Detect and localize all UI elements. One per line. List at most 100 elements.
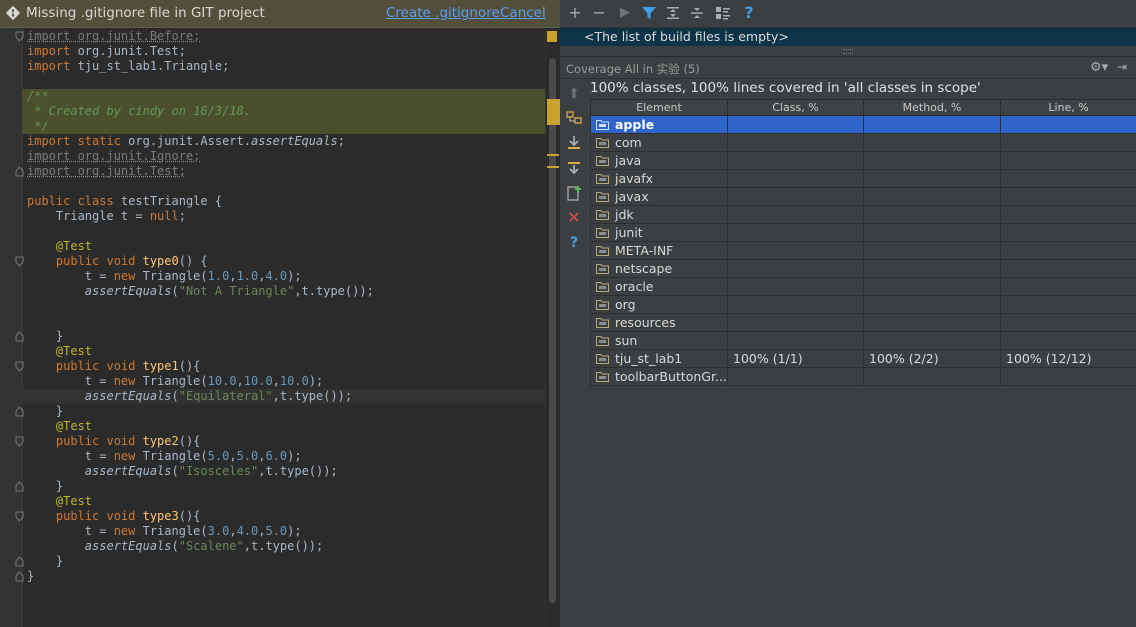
coverage-row[interactable]: oracle xyxy=(590,277,1136,296)
code-line[interactable]: @Test xyxy=(27,239,92,254)
fold-close-icon[interactable] xyxy=(15,166,24,177)
coverage-element-cell[interactable]: oracle xyxy=(590,277,728,296)
coverage-row[interactable]: com xyxy=(590,133,1136,152)
coverage-element-cell[interactable]: jdk xyxy=(590,205,728,224)
warning-marker[interactable] xyxy=(547,31,557,42)
coverage-row[interactable]: netscape xyxy=(590,259,1136,278)
code-line[interactable]: assertEquals("Equilateral",t.type()); xyxy=(22,389,545,404)
flatten-packages-icon[interactable] xyxy=(565,109,583,127)
code-line[interactable]: */ xyxy=(22,119,545,134)
minus-icon[interactable]: − xyxy=(590,4,608,22)
code-line[interactable]: public void type0() { xyxy=(27,254,208,269)
help-icon[interactable]: ? xyxy=(565,234,583,252)
fold-close-icon[interactable] xyxy=(15,571,24,582)
code-line[interactable]: assertEquals("Scalene",t.type()); xyxy=(27,539,323,554)
code-line[interactable]: } xyxy=(27,569,34,584)
help-icon[interactable]: ? xyxy=(740,4,758,22)
coverage-row[interactable]: toolbarButtonGr... xyxy=(590,367,1136,386)
code-line[interactable]: t = new Triangle(10.0,10.0,10.0); xyxy=(27,374,323,389)
fold-open-icon[interactable] xyxy=(15,361,24,372)
coverage-element-cell[interactable]: netscape xyxy=(590,259,728,278)
panel-splitter[interactable] xyxy=(560,46,1136,57)
import-data-icon[interactable] xyxy=(565,134,583,152)
code-line[interactable]: t = new Triangle(5.0,5.0,6.0); xyxy=(27,449,302,464)
code-line[interactable]: public void type3(){ xyxy=(27,509,201,524)
column-class[interactable]: Class, % xyxy=(727,99,864,116)
code-line[interactable]: import tju_st_lab1.Triangle; xyxy=(27,59,229,74)
build-files-list[interactable]: <The list of build files is empty> xyxy=(560,28,1136,46)
coverage-element-cell[interactable]: tju_st_lab1 xyxy=(590,349,728,368)
coverage-element-cell[interactable]: sun xyxy=(590,331,728,350)
coverage-row[interactable]: junit xyxy=(590,223,1136,242)
coverage-row[interactable]: apple xyxy=(590,115,1136,134)
code-line[interactable]: @Test xyxy=(27,344,92,359)
code-line[interactable]: * Created by cindy on 16/3/18. xyxy=(22,104,545,119)
column-method[interactable]: Method, % xyxy=(863,99,1001,116)
code-line[interactable]: } xyxy=(27,404,63,419)
coverage-row[interactable]: META-INF xyxy=(590,241,1136,260)
coverage-element-cell[interactable]: META-INF xyxy=(590,241,728,260)
expand-all-icon[interactable] xyxy=(664,4,682,22)
coverage-row[interactable]: jdk xyxy=(590,205,1136,224)
gear-icon[interactable]: ⚙▾ xyxy=(1090,60,1108,75)
code-line[interactable]: import org.junit.Before; xyxy=(27,29,200,44)
code-line[interactable]: assertEquals("Not A Triangle",t.type()); xyxy=(27,284,374,299)
code-line[interactable]: /** xyxy=(22,89,545,104)
code-line[interactable]: import org.junit.Test; xyxy=(27,164,186,179)
fold-open-icon[interactable] xyxy=(15,436,24,447)
coverage-element-cell[interactable]: resources xyxy=(590,313,728,332)
coverage-row[interactable]: sun xyxy=(590,331,1136,350)
fold-open-icon[interactable] xyxy=(15,511,24,522)
editor-scrollbar-thumb[interactable] xyxy=(549,58,556,603)
filter-icon[interactable] xyxy=(640,4,658,22)
code-line[interactable]: import org.junit.Ignore; xyxy=(27,149,200,164)
fold-close-icon[interactable] xyxy=(15,406,24,417)
fold-close-icon[interactable] xyxy=(15,331,24,342)
coverage-row[interactable]: resources xyxy=(590,313,1136,332)
code-line[interactable]: import org.junit.Test; xyxy=(27,44,186,59)
code-line[interactable]: } xyxy=(27,479,63,494)
autoscroll-icon[interactable] xyxy=(565,159,583,177)
coverage-row[interactable]: org xyxy=(590,295,1136,314)
coverage-row[interactable]: javafx xyxy=(590,169,1136,188)
code-line[interactable]: } xyxy=(27,554,63,569)
coverage-element-cell[interactable]: apple xyxy=(590,115,728,134)
coverage-element-cell[interactable]: org xyxy=(590,295,728,314)
code-line[interactable]: assertEquals("Isosceles",t.type()); xyxy=(27,464,338,479)
create-gitignore-link[interactable]: Create .gitignore xyxy=(386,5,500,21)
code-line[interactable]: @Test xyxy=(27,494,92,509)
code-line[interactable]: } xyxy=(27,329,63,344)
navigate-up-icon[interactable]: ⬆ xyxy=(565,85,583,103)
unused-import-marker[interactable] xyxy=(547,166,559,168)
coverage-row[interactable]: javax xyxy=(590,187,1136,206)
hide-panel-icon[interactable]: ⇥ xyxy=(1117,60,1127,74)
code-line[interactable]: Triangle t = null; xyxy=(27,209,186,224)
coverage-element-cell[interactable]: com xyxy=(590,133,728,152)
plus-icon[interactable]: + xyxy=(566,4,584,22)
coverage-element-cell[interactable]: java xyxy=(590,151,728,170)
code-line[interactable]: @Test xyxy=(27,419,92,434)
coverage-row[interactable]: tju_st_lab1 100% (1/1) 100% (2/2) 100% (12/… xyxy=(590,349,1136,368)
unused-import-marker[interactable] xyxy=(547,154,559,156)
run-icon[interactable]: ▶ xyxy=(616,4,634,22)
fold-open-icon[interactable] xyxy=(15,256,24,267)
code-line[interactable]: public void type1(){ xyxy=(27,359,201,374)
cancel-link[interactable]: Cancel xyxy=(500,5,546,21)
coverage-row[interactable]: java xyxy=(590,151,1136,170)
code-line[interactable]: public void type2(){ xyxy=(27,434,201,449)
coverage-element-cell[interactable]: javax xyxy=(590,187,728,206)
coverage-element-cell[interactable]: junit xyxy=(590,223,728,242)
coverage-element-cell[interactable]: toolbarButtonGr... xyxy=(590,367,728,386)
column-line[interactable]: Line, % xyxy=(1000,99,1136,116)
code-line[interactable]: t = new Triangle(1.0,1.0,4.0); xyxy=(27,269,302,284)
fold-open-icon[interactable] xyxy=(15,31,24,42)
coverage-element-cell[interactable]: javafx xyxy=(590,169,728,188)
fold-close-icon[interactable] xyxy=(15,556,24,567)
collapse-all-icon[interactable] xyxy=(688,4,706,22)
editor-gutter[interactable] xyxy=(0,28,23,627)
fold-close-icon[interactable] xyxy=(15,481,24,492)
close-icon[interactable]: ✕ xyxy=(565,209,583,227)
code-line[interactable]: public class testTriangle { xyxy=(27,194,222,209)
code-line[interactable]: t = new Triangle(3.0,4.0,5.0); xyxy=(27,524,302,539)
code-line[interactable]: import static org.junit.Assert.assertEqu… xyxy=(27,134,345,149)
